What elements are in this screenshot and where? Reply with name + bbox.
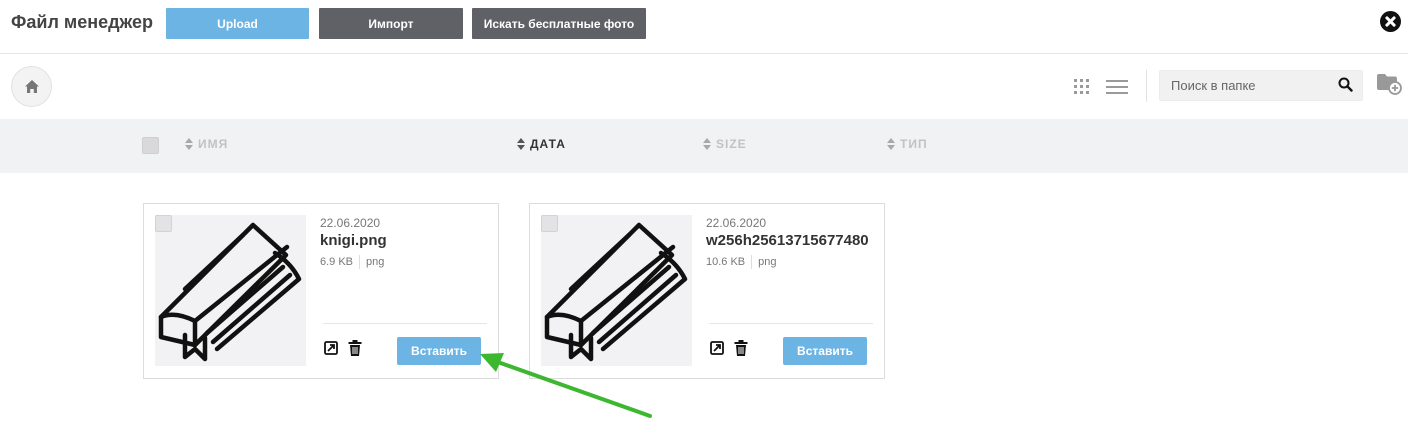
search-field <box>1159 70 1363 101</box>
sort-icon <box>185 137 193 151</box>
annotation-arrow <box>480 353 652 418</box>
file-name: w256h25613715677480 <box>706 232 869 249</box>
sort-icon <box>703 137 711 151</box>
header-bar: Файл менеджер Upload Импорт Искать беспл… <box>0 0 1408 54</box>
insert-button[interactable]: Вставить <box>397 337 481 365</box>
trash-icon[interactable] <box>348 340 362 356</box>
trash-icon[interactable] <box>734 340 748 356</box>
page-title: Файл менеджер <box>11 12 154 32</box>
file-date: 22.06.2020 <box>320 216 381 230</box>
file-size: 10.6 KB <box>706 256 746 268</box>
file-date: 22.06.2020 <box>706 216 767 230</box>
file-meta: 6.9 KB png <box>320 255 384 269</box>
column-type-sort[interactable]: ТИП <box>887 137 928 151</box>
book-icon <box>158 222 302 362</box>
column-name-sort[interactable]: ИМЯ <box>185 137 228 151</box>
open-external-icon[interactable] <box>324 341 338 355</box>
add-folder-icon[interactable] <box>1376 73 1402 95</box>
column-date-sort[interactable]: ДАТА <box>517 137 566 151</box>
column-size-label: SIZE <box>716 137 747 151</box>
open-external-icon[interactable] <box>710 341 724 355</box>
file-checkbox[interactable] <box>541 215 558 232</box>
column-type-label: ТИП <box>900 137 928 151</box>
file-card[interactable]: 22.06.2020 knigi.png 6.9 KB png Вставить <box>143 203 499 379</box>
meta-divider <box>751 255 753 269</box>
file-size: 6.9 KB <box>320 256 354 268</box>
sort-icon <box>887 137 895 151</box>
toolbar-divider <box>1146 70 1147 102</box>
file-type: png <box>758 256 777 268</box>
column-name-label: ИМЯ <box>198 137 229 151</box>
search-icon[interactable] <box>1338 77 1353 92</box>
file-type: png <box>366 256 385 268</box>
search-free-photos-button[interactable]: Искать бесплатные фото <box>472 8 646 39</box>
column-size-sort[interactable]: SIZE <box>703 137 747 151</box>
grid-view-icon[interactable] <box>1074 79 1090 95</box>
home-button[interactable] <box>11 66 52 107</box>
home-icon <box>25 80 39 93</box>
search-input[interactable] <box>1160 71 1330 100</box>
list-view-icon[interactable] <box>1106 80 1128 94</box>
insert-button[interactable]: Вставить <box>783 337 867 365</box>
column-date-label: ДАТА <box>530 137 566 151</box>
close-icon[interactable] <box>1380 11 1401 32</box>
file-checkbox[interactable] <box>155 215 172 232</box>
sort-icon <box>517 137 525 151</box>
upload-button[interactable]: Upload <box>166 8 309 39</box>
card-divider <box>709 323 873 324</box>
import-button[interactable]: Импорт <box>319 8 463 39</box>
select-all-checkbox[interactable] <box>142 137 159 154</box>
file-name: knigi.png <box>320 232 387 249</box>
card-divider <box>323 323 487 324</box>
meta-divider <box>359 255 361 269</box>
file-thumbnail[interactable] <box>155 215 306 366</box>
file-meta: 10.6 KB png <box>706 255 777 269</box>
